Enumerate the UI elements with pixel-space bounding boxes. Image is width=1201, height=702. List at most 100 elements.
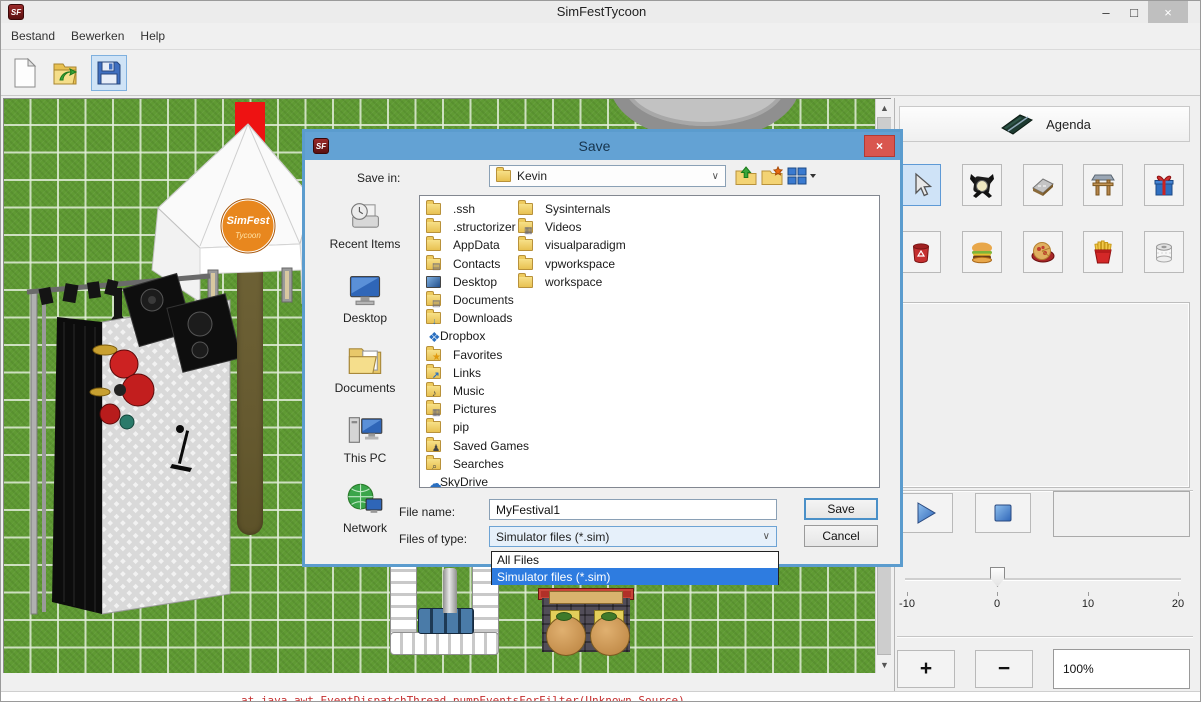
folder-item[interactable]: ★Favorites xyxy=(426,346,529,364)
window-title: SimFestTycoon xyxy=(1,4,1201,19)
folder-item[interactable]: .structorizer xyxy=(426,218,529,236)
new-file-icon xyxy=(12,58,38,88)
trash-tool-button[interactable] xyxy=(901,231,941,273)
folder-item[interactable]: workspace xyxy=(518,273,626,291)
gift-icon xyxy=(1151,172,1177,198)
folder-icon xyxy=(518,239,533,251)
gift-tool-button[interactable] xyxy=(1144,164,1184,206)
menu-bestand[interactable]: Bestand xyxy=(11,29,55,43)
tent-logo-line1: SimFest xyxy=(227,215,271,227)
dialog-save-button[interactable]: Save xyxy=(804,498,878,520)
open-file-button[interactable] xyxy=(49,55,85,91)
folder-item[interactable]: ☁SkyDrive xyxy=(426,473,529,488)
menu-bar: Bestand Bewerken Help xyxy=(1,23,1201,50)
slider-tick-20: 20 xyxy=(1161,598,1195,610)
folder-item[interactable]: ↗Links xyxy=(426,364,529,382)
save-in-label: Save in: xyxy=(357,171,400,185)
notebook-icon xyxy=(998,112,1034,136)
folder-icon xyxy=(426,221,441,233)
scroll-up-icon[interactable]: ▲ xyxy=(876,99,891,117)
folder-item[interactable]: ▤Documents xyxy=(426,291,529,309)
maximize-button[interactable]: □ xyxy=(1121,1,1147,23)
road-tool-button[interactable] xyxy=(1023,164,1063,206)
placed-items-list[interactable] xyxy=(899,302,1190,488)
status-box xyxy=(1053,491,1190,537)
menu-help[interactable]: Help xyxy=(140,29,165,43)
folder-item[interactable]: ▦Videos xyxy=(518,218,626,236)
file-type-value: Simulator files (*.sim) xyxy=(496,530,609,544)
chevron-down-icon: ∨ xyxy=(763,531,770,542)
dropdown-option-simulator-files[interactable]: Simulator files (*.sim) xyxy=(492,568,778,585)
dropdown-option-all-files[interactable]: All Files xyxy=(492,552,778,568)
save-dialog-titlebar[interactable]: SF Save × xyxy=(305,132,900,160)
up-one-level-button[interactable] xyxy=(735,166,757,186)
file-name-input[interactable]: MyFestival1 xyxy=(489,499,777,520)
play-button[interactable] xyxy=(897,493,953,533)
agenda-label: Agenda xyxy=(1046,117,1091,132)
toilet-paper-tool-button[interactable] xyxy=(1144,231,1184,273)
folder-item[interactable]: ♪Music xyxy=(426,382,529,400)
zoom-level-field[interactable]: 100% xyxy=(1053,649,1190,689)
save-button-toolbar[interactable] xyxy=(91,55,127,91)
stage-structure[interactable] xyxy=(3,272,237,617)
save-dialog: SF Save × Save in: Kevin ∨ xyxy=(302,129,903,567)
minimize-button[interactable]: – xyxy=(1093,1,1119,23)
spotlight-tool-button[interactable] xyxy=(962,164,1002,206)
gate-tool-button[interactable] xyxy=(1083,164,1123,206)
chevron-down-icon: ∨ xyxy=(712,171,719,182)
file-type-combobox[interactable]: Simulator files (*.sim) ∨ xyxy=(489,526,777,547)
slider-tick-minus10: -10 xyxy=(890,598,924,610)
agenda-button[interactable]: Agenda xyxy=(899,106,1190,142)
place-recent-items[interactable]: Recent Items xyxy=(319,198,411,251)
folder-item[interactable]: Desktop xyxy=(426,273,529,291)
speed-slider-track[interactable] xyxy=(905,578,1181,581)
stop-button[interactable] xyxy=(975,493,1031,533)
folder-item[interactable]: ▦Pictures xyxy=(426,400,529,418)
file-type-dropdown: All Files Simulator files (*.sim) xyxy=(491,551,779,585)
burger-tool-button[interactable] xyxy=(962,231,1002,273)
new-folder-button[interactable] xyxy=(761,166,783,186)
stop-icon xyxy=(990,500,1016,526)
fries-tool-button[interactable] xyxy=(1083,231,1123,273)
zoom-in-button[interactable]: + xyxy=(897,650,955,688)
place-desktop[interactable]: Desktop xyxy=(319,272,411,325)
pizza-tool-button[interactable] xyxy=(1023,231,1063,273)
folder-item[interactable]: AppData xyxy=(426,236,529,254)
folder-item[interactable]: .ssh xyxy=(426,200,529,218)
burger-icon xyxy=(969,239,995,265)
folder-list[interactable]: .ssh .structorizer AppData ▤Contacts Des… xyxy=(419,195,880,488)
pizza-icon xyxy=(1030,239,1056,265)
zoom-out-button[interactable]: − xyxy=(975,650,1033,688)
folder-item[interactable]: pip xyxy=(426,418,529,436)
new-file-button[interactable] xyxy=(7,55,43,91)
play-icon xyxy=(912,500,938,526)
folder-item[interactable]: ▤Contacts xyxy=(426,255,529,273)
dialog-cancel-button[interactable]: Cancel xyxy=(804,525,878,547)
flag-pole xyxy=(443,568,457,613)
menu-bewerken[interactable]: Bewerken xyxy=(71,29,124,43)
select-tool-button[interactable] xyxy=(901,164,941,206)
save-in-combobox[interactable]: Kevin ∨ xyxy=(489,165,726,187)
folder-item[interactable]: vpworkspace xyxy=(518,255,626,273)
dialog-close-button[interactable]: × xyxy=(864,135,895,157)
folder-item[interactable]: visualparadigm xyxy=(518,236,626,254)
place-network[interactable]: Network xyxy=(319,482,411,535)
folder-icon xyxy=(426,239,441,251)
view-menu-button[interactable] xyxy=(787,167,817,185)
app-window: SF SimFestTycoon – □ × Bestand Bewerken … xyxy=(0,0,1201,702)
folder-icon xyxy=(518,258,533,270)
folder-item[interactable]: Sysinternals xyxy=(518,200,626,218)
folder-item[interactable]: ⌕Searches xyxy=(426,455,529,473)
place-this-pc[interactable]: This PC xyxy=(319,412,411,465)
folder-item[interactable]: ♟Saved Games xyxy=(426,436,529,454)
close-button[interactable]: × xyxy=(1148,1,1188,23)
app-toolbar xyxy=(1,50,1201,96)
speed-slider-thumb[interactable] xyxy=(990,567,1005,587)
spotlight-icon xyxy=(969,172,995,198)
folder-item[interactable]: ↓Downloads xyxy=(426,309,529,327)
desktop-folder-icon xyxy=(426,276,441,288)
slider-tick-10: 10 xyxy=(1071,598,1105,610)
scroll-down-icon[interactable]: ▼ xyxy=(876,656,891,673)
folder-item[interactable]: ❖Dropbox xyxy=(426,327,529,345)
place-documents[interactable]: Documents xyxy=(319,342,411,395)
